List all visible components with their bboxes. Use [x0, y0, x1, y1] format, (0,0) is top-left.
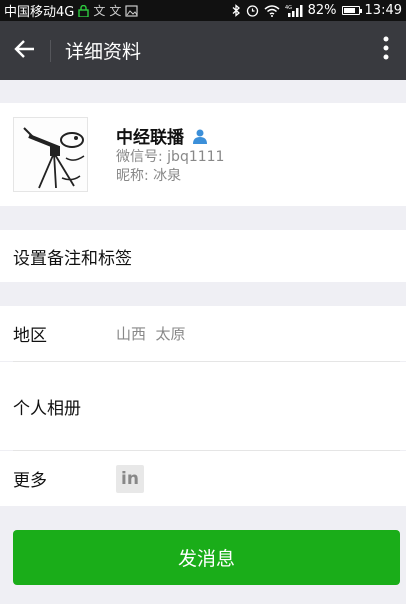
app-notification-icon: 文	[109, 4, 122, 18]
bluetooth-icon	[232, 4, 240, 17]
avatar[interactable]	[13, 117, 88, 192]
profile-card: 中经联播 微信号: jbq1111 昵称: 冰泉	[0, 103, 406, 206]
page-title: 详细资料	[65, 41, 142, 63]
title-divider	[50, 39, 51, 62]
image-icon	[125, 4, 138, 17]
region-row: 地区 山西 太原	[0, 306, 406, 361]
title-bar: 详细资料	[0, 21, 406, 80]
status-bar: 中国移动4G 文 文 4G 82% 13:49	[0, 0, 406, 21]
clock: 13:49	[364, 3, 402, 18]
album-row[interactable]: 个人相册	[0, 362, 406, 450]
carrier-label: 中国移动4G	[4, 5, 75, 20]
app-notification-icon: 文	[93, 4, 106, 18]
set-remark-row[interactable]: 设置备注和标签	[0, 230, 406, 282]
send-message-button[interactable]: 发消息	[13, 530, 400, 585]
more-row[interactable]: 更多 in	[0, 451, 406, 506]
region-label: 地区	[13, 326, 47, 346]
battery-icon	[341, 6, 362, 15]
linkedin-icon: in	[116, 464, 144, 493]
signal-4g-icon: 4G	[285, 5, 303, 17]
svg-text:4G: 4G	[285, 5, 292, 11]
more-label: 更多	[13, 471, 47, 491]
alarm-icon	[246, 5, 258, 17]
lock-icon	[78, 4, 90, 17]
battery-percent: 82%	[307, 3, 337, 18]
set-remark-label: 设置备注和标签	[13, 248, 132, 269]
album-label: 个人相册	[13, 398, 81, 419]
profile-name: 中经联播	[116, 128, 184, 148]
wifi-icon	[264, 4, 280, 17]
region-value: 山西 太原	[116, 325, 186, 343]
profile-info: 中经联播 微信号: jbq1111 昵称: 冰泉	[116, 123, 224, 186]
wechat-id: 微信号: jbq1111	[116, 149, 225, 165]
nickname: 昵称: 冰泉	[116, 168, 182, 184]
arrow-left-icon[interactable]	[0, 37, 50, 65]
contact-person-icon	[193, 129, 207, 144]
more-vertical-icon[interactable]	[366, 36, 406, 66]
